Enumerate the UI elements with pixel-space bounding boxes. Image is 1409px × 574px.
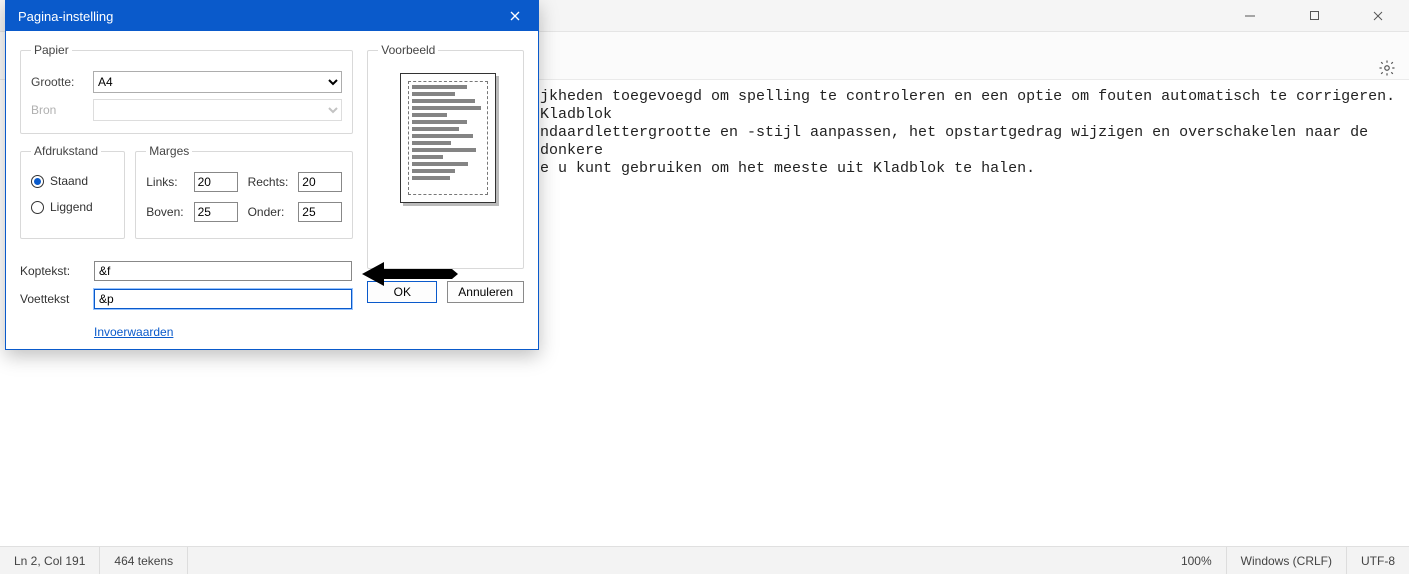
dialog-titlebar[interactable]: Pagina-instelling xyxy=(6,1,538,31)
minimize-button[interactable] xyxy=(1227,0,1273,32)
radio-checked-icon xyxy=(31,175,44,188)
orientation-portrait-radio[interactable]: Staand xyxy=(31,174,114,188)
orientation-group: Afdrukstand Staand Liggend xyxy=(20,144,125,239)
status-zoom[interactable]: 100% xyxy=(1167,547,1227,574)
orientation-legend: Afdrukstand xyxy=(31,144,101,158)
paper-source-select xyxy=(93,99,342,121)
page-preview xyxy=(400,73,496,203)
settings-button[interactable] xyxy=(1373,54,1401,82)
cancel-button[interactable]: Annuleren xyxy=(447,281,524,303)
margin-top-input[interactable] xyxy=(194,202,238,222)
header-label: Koptekst: xyxy=(20,264,88,278)
footer-label: Voettekst xyxy=(20,292,88,306)
status-position: Ln 2, Col 191 xyxy=(0,547,100,574)
annotation-arrow-icon xyxy=(362,262,458,286)
paper-source-label: Bron xyxy=(31,103,87,117)
margins-group: Marges Links: Rechts: Boven: Onder: xyxy=(135,144,353,239)
margin-top-label: Boven: xyxy=(146,205,183,219)
preview-group: Voorbeeld xyxy=(367,43,524,269)
paper-size-label: Grootte: xyxy=(31,75,87,89)
status-bar: Ln 2, Col 191 464 tekens 100% Windows (C… xyxy=(0,546,1409,574)
margin-right-label: Rechts: xyxy=(248,175,289,189)
margin-bottom-input[interactable] xyxy=(298,202,342,222)
paper-group: Papier Grootte: A4 Bron xyxy=(20,43,353,134)
preview-legend: Voorbeeld xyxy=(378,43,438,57)
dialog-title-text: Pagina-instelling xyxy=(18,9,500,24)
footer-input[interactable] xyxy=(94,289,352,309)
dialog-close-button[interactable] xyxy=(500,1,530,31)
margin-left-label: Links: xyxy=(146,175,183,189)
margins-legend: Marges xyxy=(146,144,192,158)
margin-bottom-label: Onder: xyxy=(248,205,289,219)
status-encoding[interactable]: UTF-8 xyxy=(1347,547,1409,574)
input-values-link[interactable]: Invoerwaarden xyxy=(94,325,353,339)
orientation-portrait-label: Staand xyxy=(50,174,88,188)
status-char-count: 464 tekens xyxy=(100,547,188,574)
paper-legend: Papier xyxy=(31,43,72,57)
radio-unchecked-icon xyxy=(31,201,44,214)
orientation-landscape-label: Liggend xyxy=(50,200,93,214)
header-input[interactable] xyxy=(94,261,352,281)
margin-left-input[interactable] xyxy=(194,172,238,192)
close-button[interactable] xyxy=(1355,0,1401,32)
margin-right-input[interactable] xyxy=(298,172,342,192)
maximize-button[interactable] xyxy=(1291,0,1337,32)
page-setup-dialog: Pagina-instelling Papier Grootte: A4 Bro… xyxy=(5,0,539,350)
paper-size-select[interactable]: A4 xyxy=(93,71,342,93)
status-eol[interactable]: Windows (CRLF) xyxy=(1227,547,1347,574)
orientation-landscape-radio[interactable]: Liggend xyxy=(31,200,114,214)
